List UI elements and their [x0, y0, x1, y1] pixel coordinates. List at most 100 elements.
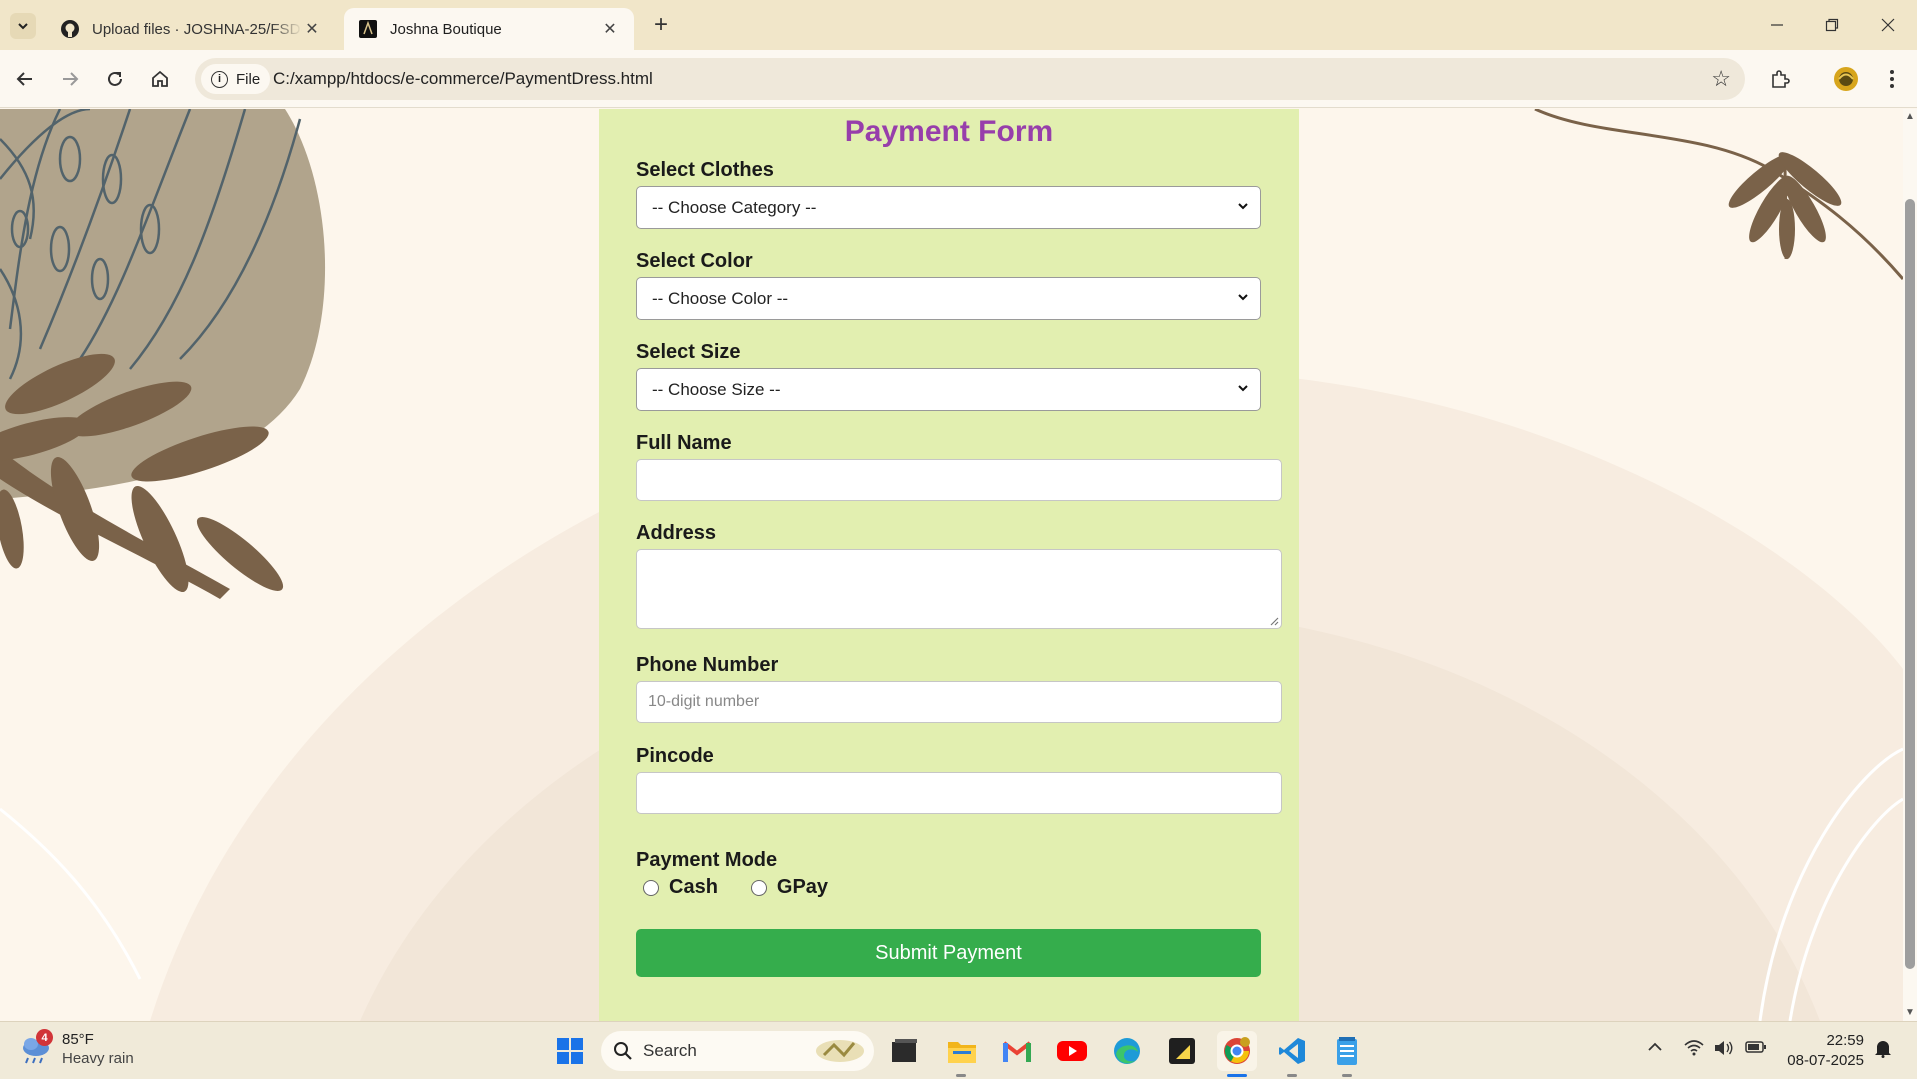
home-button[interactable]	[144, 63, 176, 95]
restore-icon	[1825, 18, 1839, 32]
youtube-icon	[1057, 1041, 1087, 1061]
restore-button[interactable]	[1817, 10, 1847, 40]
clothes-select-value: -- Choose Category --	[652, 197, 817, 217]
close-window-button[interactable]	[1873, 10, 1903, 40]
vscode-button[interactable]	[1272, 1031, 1312, 1071]
more-vertical-icon	[1890, 70, 1894, 88]
minimize-icon	[1771, 24, 1783, 26]
page-title: Payment Form	[844, 115, 1054, 148]
browser-toolbar: i File C:/xampp/htdocs/e-commerce/Paymen…	[0, 50, 1917, 108]
explorer-running-indicator	[956, 1074, 966, 1077]
file-explorer-button[interactable]	[942, 1031, 982, 1071]
home-icon	[152, 70, 168, 87]
task-view-button[interactable]	[885, 1031, 925, 1071]
search-icon	[614, 1042, 632, 1060]
gmail-icon	[1002, 1041, 1032, 1062]
resize-grip-icon[interactable]	[1269, 616, 1279, 626]
task-view-icon	[892, 1039, 917, 1062]
back-button[interactable]	[9, 63, 41, 95]
new-tab-button[interactable]: +	[648, 11, 674, 38]
cash-option-label[interactable]: Cash	[669, 876, 718, 899]
puzzle-icon	[1772, 70, 1790, 88]
full-name-label: Full Name	[636, 432, 732, 454]
edge-button[interactable]	[1107, 1031, 1147, 1071]
page-scrollbar[interactable]: ▲ ▼	[1903, 109, 1917, 1021]
start-button[interactable]	[550, 1031, 590, 1071]
color-select[interactable]: -- Choose Color --	[636, 277, 1261, 320]
taskbar: 4 85°F Heavy rain Search 22:59 08-07-202…	[0, 1021, 1917, 1079]
tab-strip: Upload files · JOSHNA-25/FSD-I ✕ Joshna …	[0, 0, 1917, 50]
phone-number-field[interactable]: 10-digit number	[636, 681, 1282, 723]
avatar-icon	[1834, 67, 1858, 91]
vscode-running-indicator	[1287, 1074, 1297, 1077]
forward-button[interactable]	[54, 63, 86, 95]
gmail-button[interactable]	[997, 1031, 1037, 1071]
weather-widget[interactable]: 4 85°F Heavy rain	[18, 1029, 134, 1068]
github-icon	[61, 20, 79, 38]
gpay-option-label[interactable]: GPay	[777, 876, 828, 899]
gpay-radio[interactable]	[750, 879, 767, 896]
boutique-icon	[359, 20, 377, 38]
chrome-icon	[1224, 1037, 1250, 1064]
site-info-chip[interactable]: i File	[201, 64, 271, 94]
notification-bell-icon[interactable]	[1873, 1038, 1893, 1063]
arrow-right-icon	[63, 72, 79, 86]
size-select[interactable]: -- Choose Size --	[636, 368, 1261, 411]
notepad-button[interactable]	[1327, 1031, 1367, 1071]
weather-condition-text: Heavy rain	[62, 1050, 134, 1067]
clothes-select[interactable]: -- Choose Category --	[636, 186, 1261, 229]
chevron-down-icon	[1238, 294, 1248, 301]
scroll-down-arrow-icon[interactable]: ▼	[1905, 1008, 1915, 1018]
weather-alert-badge: 4	[36, 1029, 53, 1046]
arrow-left-icon	[16, 72, 32, 86]
youtube-button[interactable]	[1052, 1031, 1092, 1071]
address-field[interactable]	[636, 549, 1282, 629]
site-chip-label: File	[236, 70, 261, 88]
tab-upload-files[interactable]: Upload files · JOSHNA-25/FSD-I ✕	[46, 8, 336, 50]
battery-icon[interactable]	[1745, 1040, 1767, 1059]
color-select-value: -- Choose Color --	[652, 288, 789, 308]
chrome-button[interactable]	[1217, 1031, 1257, 1071]
scrollbar-thumb[interactable]	[1905, 199, 1915, 969]
sticky-notes-button[interactable]	[1162, 1031, 1202, 1071]
address-label: Address	[636, 522, 717, 544]
phone-number-label: Phone Number	[636, 654, 779, 676]
close-tab-icon[interactable]: ✕	[302, 19, 322, 39]
show-hidden-icons-chevron-icon[interactable]	[1647, 1040, 1663, 1058]
profile-avatar[interactable]	[1830, 63, 1862, 95]
wifi-icon[interactable]	[1684, 1040, 1704, 1061]
browser-menu-button[interactable]	[1876, 63, 1908, 95]
select-clothes-label: Select Clothes	[636, 159, 774, 181]
chevron-down-icon	[18, 23, 28, 30]
bookmark-star-icon[interactable]: ☆	[1711, 68, 1731, 90]
temperature-text: 85°F	[62, 1031, 94, 1048]
scroll-up-arrow-icon[interactable]: ▲	[1905, 112, 1915, 122]
chevron-down-icon	[1238, 203, 1248, 210]
close-icon	[1881, 18, 1895, 32]
url-text[interactable]: C:/xampp/htdocs/e-commerce/PaymentDress.…	[273, 69, 653, 89]
pincode-field[interactable]	[636, 772, 1282, 814]
size-select-value: -- Choose Size --	[652, 379, 781, 399]
reload-button[interactable]	[99, 63, 131, 95]
chrome-active-indicator	[1227, 1074, 1247, 1077]
extensions-button[interactable]	[1764, 63, 1796, 95]
address-bar[interactable]: i File C:/xampp/htdocs/e-commerce/Paymen…	[195, 58, 1745, 100]
tab-joshna-boutique[interactable]: Joshna Boutique ✕	[344, 8, 634, 50]
clock-time: 22:59	[1826, 1032, 1864, 1049]
notepad-icon	[1337, 1037, 1357, 1065]
system-clock[interactable]: 22:59 08-07-2025	[1784, 1031, 1864, 1071]
tab-search-button[interactable]	[10, 13, 36, 39]
submit-payment-button[interactable]: Submit Payment	[636, 929, 1261, 977]
close-tab-icon[interactable]: ✕	[600, 19, 620, 39]
clock-date: 08-07-2025	[1787, 1052, 1864, 1069]
payment-mode-label: Payment Mode	[636, 849, 778, 871]
cash-radio[interactable]	[643, 879, 659, 896]
tab-title: Joshna Boutique	[390, 20, 502, 38]
minimize-button[interactable]	[1762, 10, 1792, 40]
volume-icon[interactable]	[1714, 1040, 1734, 1061]
taskbar-search[interactable]: Search	[601, 1031, 874, 1071]
vscode-icon	[1279, 1038, 1305, 1064]
payment-form-card: Payment Form Select Clothes -- Choose Ca…	[599, 109, 1299, 1021]
full-name-field[interactable]	[636, 459, 1282, 501]
notepad-running-indicator	[1342, 1074, 1352, 1077]
